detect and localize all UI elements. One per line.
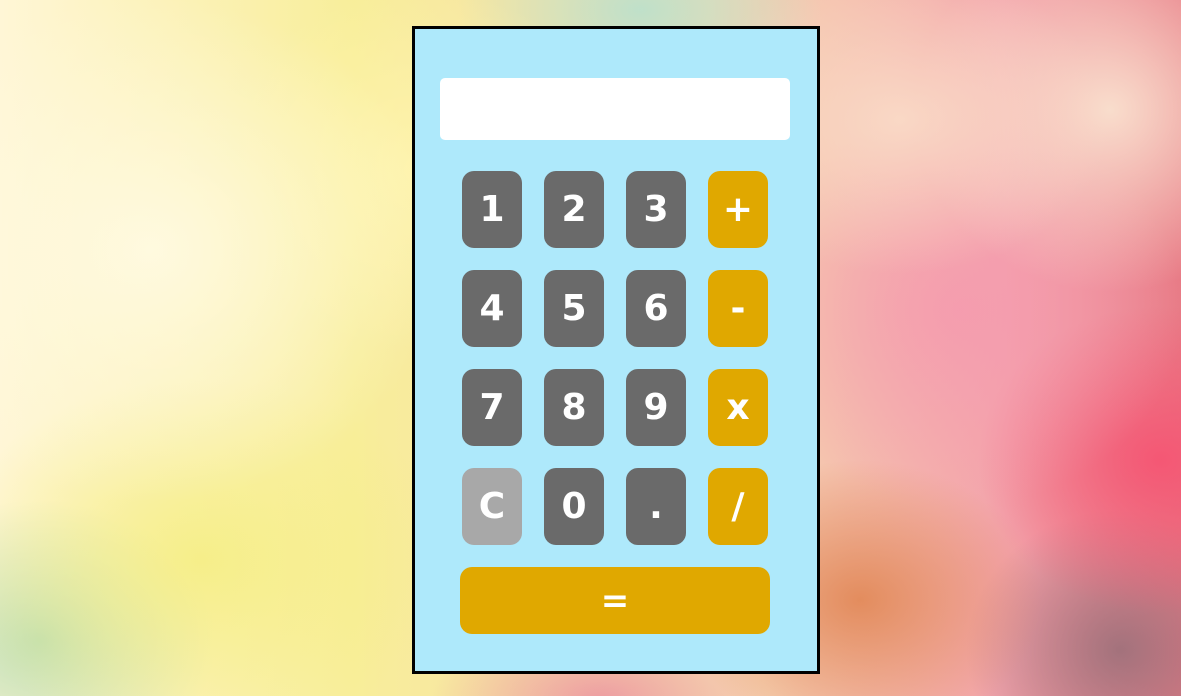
decimal-button[interactable]: .: [626, 468, 686, 545]
divide-button[interactable]: /: [708, 468, 768, 545]
multiply-button[interactable]: x: [708, 369, 768, 446]
key-9-button[interactable]: 9: [626, 369, 686, 446]
key-6-button[interactable]: 6: [626, 270, 686, 347]
clear-button[interactable]: C: [462, 468, 522, 545]
key-2-button[interactable]: 2: [544, 171, 604, 248]
key-3-button[interactable]: 3: [626, 171, 686, 248]
add-button[interactable]: +: [708, 171, 768, 248]
subtract-button[interactable]: -: [708, 270, 768, 347]
key-7-button[interactable]: 7: [462, 369, 522, 446]
key-5-button[interactable]: 5: [544, 270, 604, 347]
key-4-button[interactable]: 4: [462, 270, 522, 347]
equals-button[interactable]: =: [460, 567, 770, 634]
calculator-panel: 1 2 3 + 4 5 6 - 7 8 9 x C 0 . / =: [412, 26, 820, 674]
key-1-button[interactable]: 1: [462, 171, 522, 248]
key-0-button[interactable]: 0: [544, 468, 604, 545]
calculator-display[interactable]: [440, 78, 790, 140]
key-8-button[interactable]: 8: [544, 369, 604, 446]
